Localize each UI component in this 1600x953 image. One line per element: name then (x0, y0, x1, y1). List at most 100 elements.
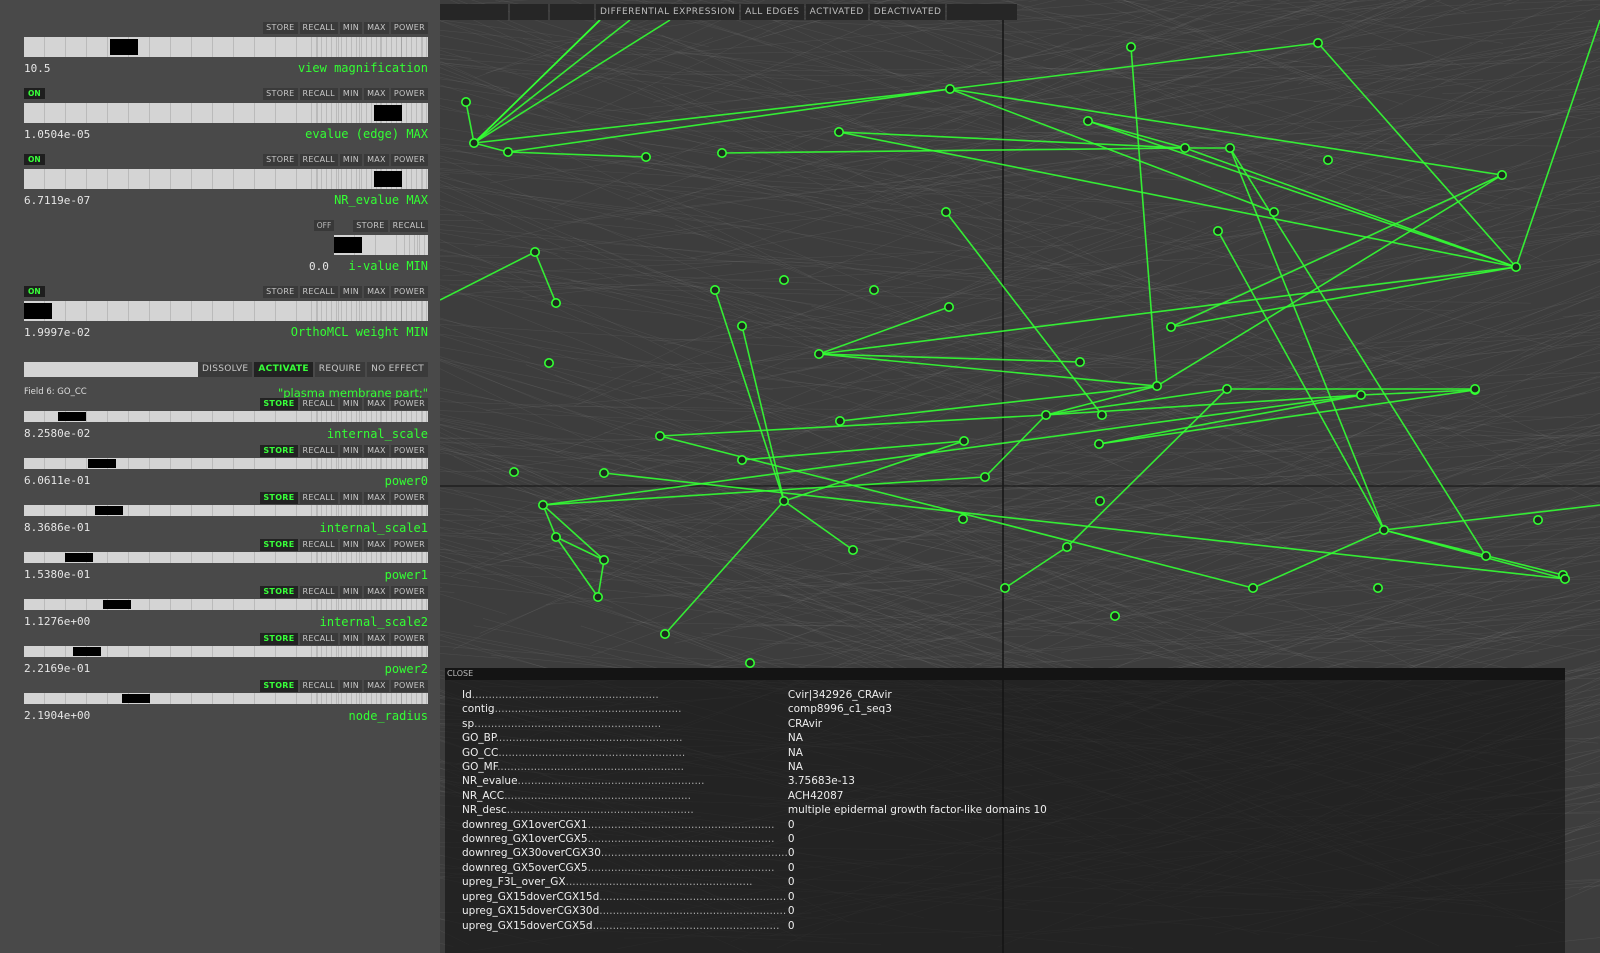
graph-node[interactable] (1560, 573, 1571, 584)
min-button[interactable]: MIN (339, 286, 363, 298)
filter-all-edges-button[interactable]: ALL EDGES (741, 4, 804, 20)
toolbar-blank-button[interactable] (947, 4, 1018, 20)
min-button[interactable]: MIN (339, 633, 363, 645)
power-button[interactable]: POWER (390, 633, 428, 645)
slider-knob[interactable] (57, 412, 86, 421)
graph-node[interactable] (833, 127, 844, 138)
graph-node[interactable] (468, 138, 479, 149)
slider-knob[interactable] (373, 105, 402, 121)
power-button[interactable]: POWER (390, 22, 428, 34)
max-button[interactable]: MAX (364, 88, 389, 100)
graph-node[interactable] (1268, 207, 1279, 218)
graph-node[interactable] (1061, 541, 1072, 552)
graph-node[interactable] (1096, 409, 1107, 420)
min-button[interactable]: MIN (339, 539, 363, 551)
max-button[interactable]: MAX (364, 22, 389, 34)
graph-node[interactable] (1355, 389, 1366, 400)
close-button[interactable]: CLOSE (447, 668, 473, 680)
graph-node[interactable] (1151, 380, 1162, 391)
slider-knob[interactable] (87, 459, 116, 468)
power-button[interactable]: POWER (390, 492, 428, 504)
graph-node[interactable] (999, 582, 1010, 593)
max-button[interactable]: MAX (364, 633, 389, 645)
graph-node[interactable] (834, 415, 845, 426)
toolbar-blank-button[interactable] (510, 4, 548, 20)
graph-node[interactable] (1212, 226, 1223, 237)
on-toggle[interactable]: ON (24, 88, 45, 99)
power0-slider[interactable] (24, 458, 428, 469)
power-button[interactable]: POWER (390, 286, 428, 298)
min-button[interactable]: MIN (339, 88, 363, 100)
store-button[interactable]: STORE (260, 398, 298, 410)
graph-node[interactable] (943, 301, 954, 312)
graph-node[interactable] (1470, 383, 1481, 394)
graph-node[interactable] (551, 531, 562, 542)
graph-node[interactable] (544, 357, 555, 368)
store-button[interactable]: STORE (263, 22, 298, 34)
graph-node[interactable] (1074, 356, 1085, 367)
recall-button[interactable]: RECALL (299, 539, 338, 551)
max-button[interactable]: MAX (364, 492, 389, 504)
store-button[interactable]: STORE (263, 88, 298, 100)
slider-knob[interactable] (72, 647, 101, 656)
graph-node[interactable] (1481, 550, 1492, 561)
nr-evalue-max-slider[interactable] (24, 169, 428, 189)
power-button[interactable]: POWER (390, 398, 428, 410)
min-button[interactable]: MIN (339, 586, 363, 598)
graph-node[interactable] (1082, 116, 1093, 127)
graph-node[interactable] (593, 591, 604, 602)
toolbar-blank-button[interactable] (550, 4, 594, 20)
slider-knob[interactable] (334, 237, 362, 253)
graph-node[interactable] (744, 657, 755, 668)
graph-node[interactable] (709, 284, 720, 295)
power-button[interactable]: POWER (390, 680, 428, 692)
min-button[interactable]: MIN (339, 22, 363, 34)
recall-button[interactable]: RECALL (389, 220, 428, 232)
graph-node[interactable] (944, 84, 955, 95)
evalue-edge-max-slider[interactable] (24, 103, 428, 123)
internal-scale2-slider[interactable] (24, 599, 428, 610)
graph-node[interactable] (641, 152, 652, 163)
max-button[interactable]: MAX (364, 398, 389, 410)
slider-knob[interactable] (65, 553, 94, 562)
graph-node[interactable] (736, 454, 747, 465)
graph-node[interactable] (716, 148, 727, 159)
store-button[interactable]: STORE (260, 586, 298, 598)
store-button[interactable]: STORE (263, 154, 298, 166)
graph-node[interactable] (778, 495, 789, 506)
graph-node[interactable] (1109, 610, 1120, 621)
max-button[interactable]: MAX (364, 586, 389, 598)
graph-node[interactable] (979, 471, 990, 482)
max-button[interactable]: MAX (364, 154, 389, 166)
slider-knob[interactable] (24, 303, 52, 319)
power-button[interactable]: POWER (390, 88, 428, 100)
graph-node[interactable] (957, 513, 968, 524)
power-button[interactable]: POWER (390, 154, 428, 166)
filter-deactivated-button[interactable]: DEACTIVATED (869, 4, 946, 20)
slider-knob[interactable] (102, 600, 131, 609)
max-button[interactable]: MAX (364, 539, 389, 551)
max-button[interactable]: MAX (364, 680, 389, 692)
slider-knob[interactable] (110, 39, 139, 55)
recall-button[interactable]: RECALL (299, 586, 338, 598)
dissolve-button[interactable]: DISSOLVE (198, 362, 253, 377)
activate-button[interactable]: ACTIVATE (254, 362, 313, 377)
graph-node[interactable] (1221, 383, 1232, 394)
off-toggle[interactable]: OFF (314, 220, 334, 231)
orthomcl-weight-min-slider[interactable] (24, 301, 428, 321)
i-value-min-slider[interactable] (334, 235, 428, 255)
store-button[interactable]: STORE (263, 286, 298, 298)
graph-node[interactable] (599, 467, 610, 478)
graph-node[interactable] (599, 554, 610, 565)
store-button[interactable]: STORE (260, 445, 298, 457)
graph-node[interactable] (1093, 438, 1104, 449)
recall-button[interactable]: RECALL (299, 22, 338, 34)
graph-node[interactable] (655, 430, 666, 441)
graph-node[interactable] (847, 544, 858, 555)
graph-node[interactable] (1378, 524, 1389, 535)
max-button[interactable]: MAX (364, 445, 389, 457)
min-button[interactable]: MIN (339, 492, 363, 504)
graph-node[interactable] (940, 207, 951, 218)
power-button[interactable]: POWER (390, 539, 428, 551)
min-button[interactable]: MIN (339, 445, 363, 457)
